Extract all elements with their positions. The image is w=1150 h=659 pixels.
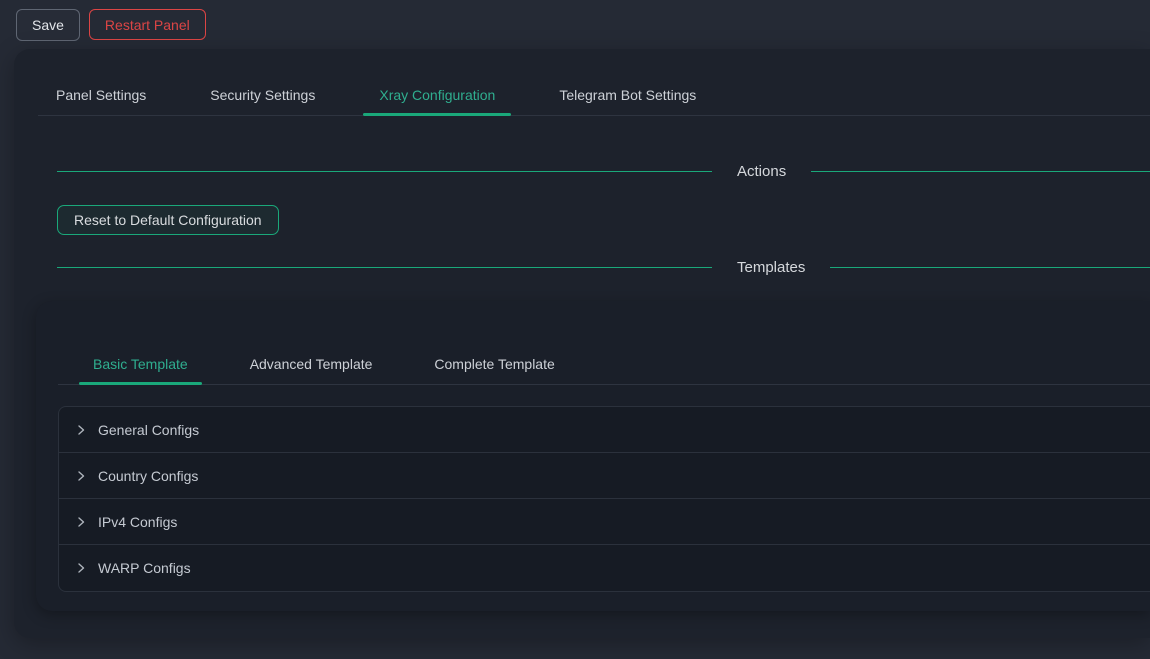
actions-divider: Actions xyxy=(57,161,1150,182)
templates-divider-label: Templates xyxy=(737,259,805,276)
top-action-bar: Save Restart Panel xyxy=(0,0,1150,49)
tabbar-divider xyxy=(38,115,1150,116)
settings-card: Panel Settings Security Settings Xray Co… xyxy=(14,49,1150,638)
save-button[interactable]: Save xyxy=(16,9,80,41)
tab-xray-configuration[interactable]: Xray Configuration xyxy=(363,75,511,115)
config-collapse-list: General Configs Country Configs IPv4 Con… xyxy=(58,406,1150,592)
restart-panel-button[interactable]: Restart Panel xyxy=(89,9,206,40)
chevron-right-icon xyxy=(75,562,87,574)
tab-telegram-bot-settings[interactable]: Telegram Bot Settings xyxy=(543,75,712,115)
collapse-item-label: Country Configs xyxy=(98,468,198,484)
chevron-right-icon xyxy=(75,470,87,482)
divider-line xyxy=(57,171,712,172)
tab-panel-settings[interactable]: Panel Settings xyxy=(40,75,162,115)
template-tabs: Basic Template Advanced Template Complet… xyxy=(58,344,1150,385)
tab-complete-template[interactable]: Complete Template xyxy=(420,344,568,384)
divider-line xyxy=(57,267,712,268)
divider-line xyxy=(830,267,1150,268)
collapse-item-label: General Configs xyxy=(98,422,199,438)
templates-divider: Templates xyxy=(57,257,1150,278)
collapse-item-label: WARP Configs xyxy=(98,560,191,576)
tab-basic-template[interactable]: Basic Template xyxy=(79,344,202,384)
divider-line xyxy=(811,171,1150,172)
templates-card: Basic Template Advanced Template Complet… xyxy=(36,301,1150,611)
actions-divider-label: Actions xyxy=(737,163,786,180)
tab-advanced-template[interactable]: Advanced Template xyxy=(236,344,387,384)
collapse-item-ipv4-configs[interactable]: IPv4 Configs xyxy=(59,499,1150,545)
chevron-right-icon xyxy=(75,516,87,528)
collapse-item-warp-configs[interactable]: WARP Configs xyxy=(59,545,1150,591)
collapse-item-country-configs[interactable]: Country Configs xyxy=(59,453,1150,499)
tab-security-settings[interactable]: Security Settings xyxy=(194,75,331,115)
collapse-item-label: IPv4 Configs xyxy=(98,514,177,530)
collapse-item-general-configs[interactable]: General Configs xyxy=(59,407,1150,453)
main-tabs: Panel Settings Security Settings Xray Co… xyxy=(14,75,1150,116)
reset-default-configuration-button[interactable]: Reset to Default Configuration xyxy=(57,205,279,235)
chevron-right-icon xyxy=(75,424,87,436)
